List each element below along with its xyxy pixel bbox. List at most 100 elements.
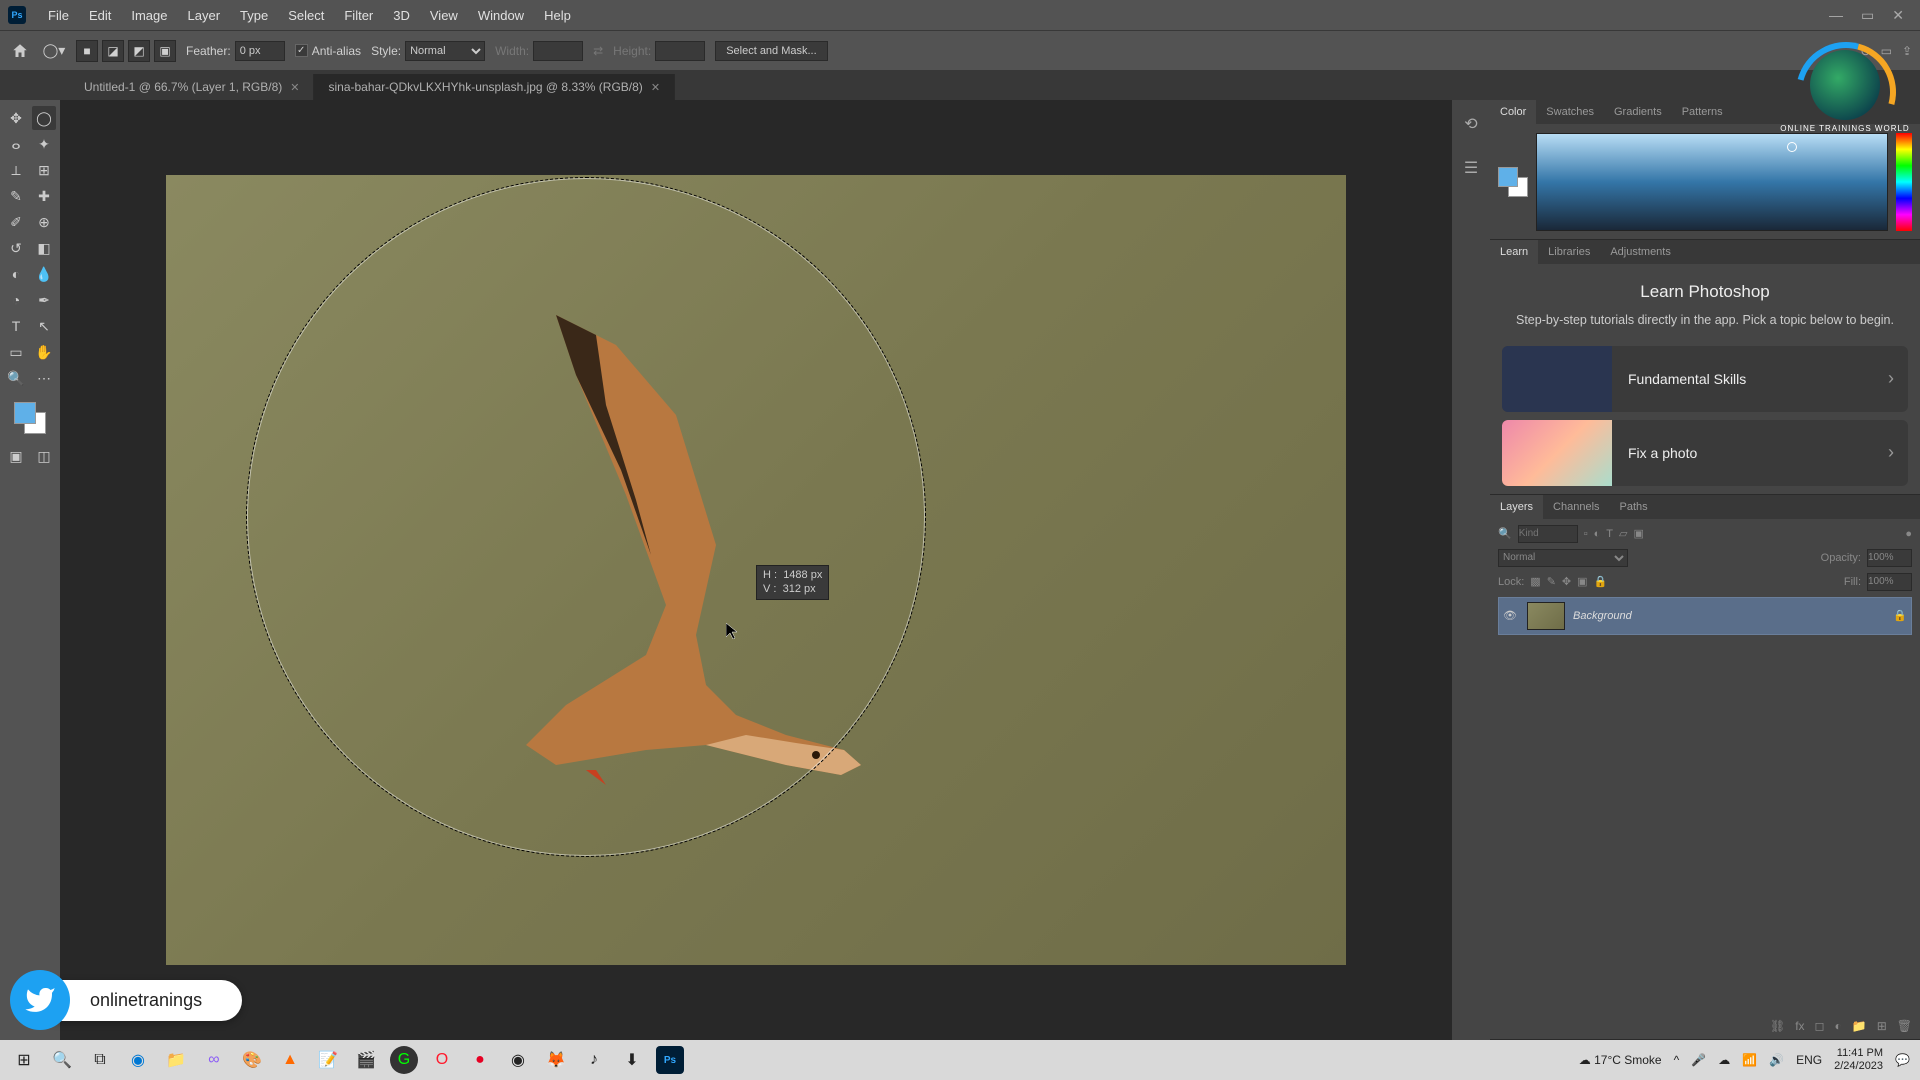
notifications-icon[interactable]: 💬	[1895, 1053, 1910, 1067]
menu-type[interactable]: Type	[230, 8, 278, 23]
foreground-color[interactable]	[14, 402, 36, 424]
app-icon-1[interactable]: ∞	[200, 1046, 228, 1074]
canvas-area[interactable]: H : 1488 px V : 312 px	[60, 100, 1452, 1040]
learn-card-fundamental[interactable]: Fundamental Skills ›	[1502, 346, 1908, 412]
explorer-icon[interactable]: 📁	[162, 1046, 190, 1074]
filter-search-icon[interactable]: 🔍	[1498, 527, 1512, 540]
edge-icon[interactable]: ◉	[124, 1046, 152, 1074]
weather-widget[interactable]: ☁ 17°C Smoke	[1579, 1053, 1662, 1067]
lock-artboard-icon[interactable]: ▣	[1577, 575, 1587, 588]
app-icon-7[interactable]: ⬇	[618, 1046, 646, 1074]
tab-layers[interactable]: Layers	[1490, 495, 1543, 519]
layer-style-icon[interactable]: fx	[1795, 1019, 1804, 1033]
close-tab-icon[interactable]: ✕	[290, 81, 299, 94]
clock[interactable]: 11:41 PM 2/24/2023	[1834, 1047, 1883, 1073]
canvas[interactable]: H : 1488 px V : 312 px	[166, 175, 1346, 965]
app-icon-2[interactable]: 🎨	[238, 1046, 266, 1074]
close-icon[interactable]: ✕	[1892, 7, 1904, 24]
share-icon[interactable]: ⇪	[1902, 44, 1912, 58]
new-layer-icon[interactable]: ⊞	[1877, 1019, 1887, 1033]
history-brush-tool-icon[interactable]: ↺	[4, 236, 28, 260]
close-tab-icon[interactable]: ✕	[651, 81, 660, 94]
dodge-tool-icon[interactable]: ◔	[4, 288, 28, 312]
properties-panel-icon[interactable]: ☰	[1459, 156, 1483, 180]
language-indicator[interactable]: ENG	[1796, 1053, 1822, 1067]
hand-tool-icon[interactable]: ✋	[32, 340, 56, 364]
notepad-icon[interactable]: 📝	[314, 1046, 342, 1074]
filter-smart-icon[interactable]: ▣	[1633, 527, 1643, 540]
start-icon[interactable]: ⊞	[10, 1046, 38, 1074]
menu-help[interactable]: Help	[534, 8, 581, 23]
color-fgbg[interactable]	[1498, 167, 1528, 197]
filter-adjust-icon[interactable]: ◐	[1594, 528, 1601, 540]
eraser-tool-icon[interactable]: ◧	[32, 236, 56, 260]
pen-tool-icon[interactable]: ✒	[32, 288, 56, 312]
zoom-tool-icon[interactable]: 🔍	[4, 366, 28, 390]
menu-edit[interactable]: Edit	[79, 8, 121, 23]
opera-icon[interactable]: O	[428, 1046, 456, 1074]
panel-fg-color[interactable]	[1498, 167, 1518, 187]
tab-swatches[interactable]: Swatches	[1536, 100, 1604, 124]
menu-window[interactable]: Window	[468, 8, 534, 23]
lock-all-icon[interactable]: 🔒	[1594, 575, 1608, 588]
type-tool-icon[interactable]: T	[4, 314, 28, 338]
select-and-mask-button[interactable]: Select and Mask...	[715, 41, 828, 61]
lasso-tool-icon[interactable]: ⴰ	[4, 132, 28, 156]
blur-tool-icon[interactable]: 💧	[32, 262, 56, 286]
hue-slider[interactable]	[1896, 133, 1912, 231]
style-select[interactable]: Normal	[405, 41, 485, 61]
wifi-icon[interactable]: 📶	[1742, 1053, 1757, 1067]
feather-input[interactable]	[235, 41, 285, 61]
link-layers-icon[interactable]: ⛓	[1770, 1019, 1785, 1033]
app-icon-5[interactable]: ●	[466, 1046, 494, 1074]
eyedropper-tool-icon[interactable]: ✎	[4, 184, 28, 208]
tray-chevron-icon[interactable]: ^	[1674, 1053, 1680, 1067]
photoshop-taskbar-icon[interactable]: Ps	[656, 1046, 684, 1074]
group-icon[interactable]: 📁	[1852, 1019, 1867, 1033]
selection-intersect-icon[interactable]: ▣	[154, 40, 176, 62]
filter-pixel-icon[interactable]: ▫	[1584, 528, 1588, 540]
shape-tool-icon[interactable]: ▭	[4, 340, 28, 364]
doc-tab-2[interactable]: sina-bahar-QDkvLKXHYhk-unsplash.jpg @ 8.…	[314, 74, 675, 100]
onedrive-icon[interactable]: ☁	[1718, 1053, 1730, 1067]
menu-layer[interactable]: Layer	[178, 8, 231, 23]
search-taskbar-icon[interactable]: 🔍	[48, 1046, 76, 1074]
selection-subtract-icon[interactable]: ◩	[128, 40, 150, 62]
tab-libraries[interactable]: Libraries	[1538, 240, 1600, 264]
history-panel-icon[interactable]: ⟲	[1459, 112, 1483, 136]
vlc-icon[interactable]: ▲	[276, 1046, 304, 1074]
adjustment-layer-icon[interactable]: ◐	[1835, 1019, 1842, 1033]
menu-image[interactable]: Image	[121, 8, 177, 23]
filter-shape-icon[interactable]: ▱	[1619, 527, 1627, 540]
color-field[interactable]	[1536, 133, 1888, 231]
screen-mode-icon[interactable]: ▣	[4, 444, 28, 468]
tab-channels[interactable]: Channels	[1543, 495, 1609, 519]
frame-tool-icon[interactable]: ⊞	[32, 158, 56, 182]
healing-tool-icon[interactable]: ✚	[32, 184, 56, 208]
path-select-tool-icon[interactable]: ↖	[32, 314, 56, 338]
tiktok-icon[interactable]: ♪	[580, 1046, 608, 1074]
visibility-icon[interactable]: 👁	[1503, 609, 1519, 622]
brush-tool-icon[interactable]: ✐	[4, 210, 28, 234]
blend-mode-select[interactable]: Normal	[1498, 549, 1628, 567]
minimize-icon[interactable]: —	[1829, 7, 1843, 24]
magic-wand-tool-icon[interactable]: ✦	[32, 132, 56, 156]
menu-file[interactable]: File	[38, 8, 79, 23]
menu-view[interactable]: View	[420, 8, 468, 23]
menu-filter[interactable]: Filter	[334, 8, 383, 23]
doc-tab-1[interactable]: Untitled-1 @ 66.7% (Layer 1, RGB/8) ✕	[70, 74, 314, 100]
tab-learn[interactable]: Learn	[1490, 240, 1538, 264]
lock-position-icon[interactable]: ✥	[1562, 575, 1571, 588]
layer-mask-icon[interactable]: ◻	[1815, 1019, 1825, 1033]
selection-new-icon[interactable]: ■	[76, 40, 98, 62]
tab-adjustments[interactable]: Adjustments	[1600, 240, 1681, 264]
antialias-checkbox[interactable]: ✓	[295, 44, 308, 57]
color-swatches[interactable]	[14, 402, 46, 434]
tool-preset-icon[interactable]: ◯▾	[42, 39, 66, 63]
lock-image-icon[interactable]: ✎	[1547, 575, 1556, 588]
menu-3d[interactable]: 3D	[383, 8, 420, 23]
gradient-tool-icon[interactable]: ◐	[4, 262, 28, 286]
search-icon[interactable]: ⊙	[1861, 44, 1871, 58]
workspace-icon[interactable]: ▭	[1881, 44, 1892, 58]
maximize-icon[interactable]: ▭	[1861, 7, 1874, 24]
